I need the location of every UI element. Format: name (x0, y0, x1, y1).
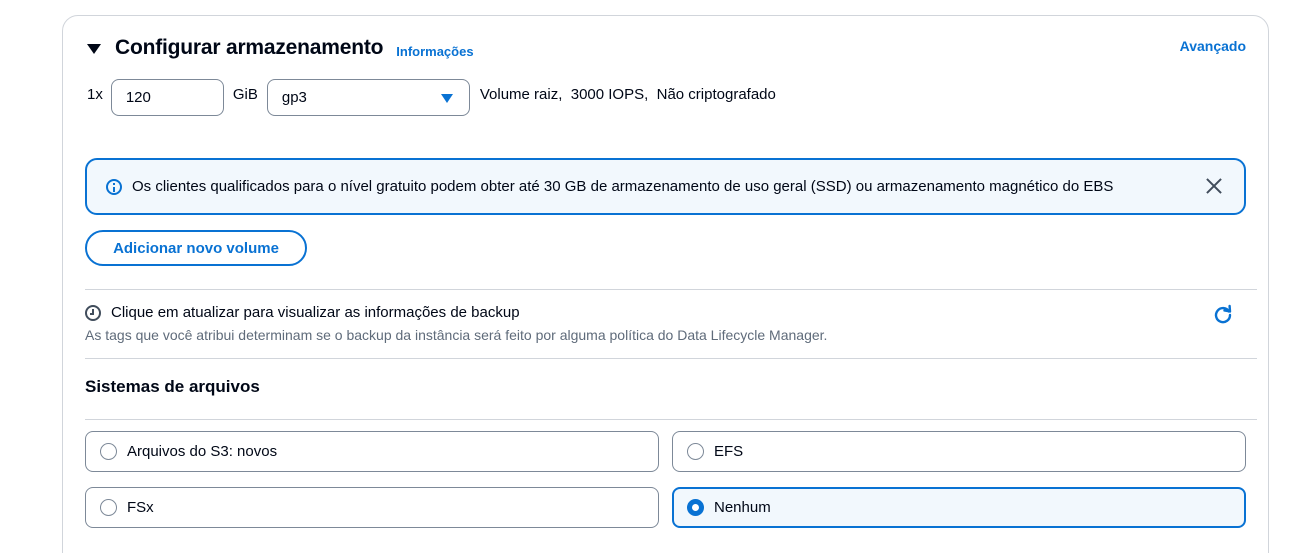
fs-option-s3[interactable]: Arquivos do S3: novos (85, 431, 659, 472)
volume-size-input[interactable] (110, 79, 224, 116)
root-volume-row: 1x GiB gp3 Volume raiz, 3000 IOPS, Não c… (87, 79, 776, 116)
alert-text: Os clientes qualificados para o nível gr… (132, 178, 1114, 195)
radio-button[interactable] (100, 443, 117, 460)
volume-unit-label: GiB (232, 86, 258, 103)
caret-down-icon (440, 94, 453, 103)
divider (85, 419, 1257, 420)
backup-subtitle: As tags que você atribui determinam se o… (85, 327, 828, 343)
divider (85, 289, 1257, 290)
fs-option-label: Arquivos do S3: novos (127, 443, 278, 460)
close-icon[interactable] (1204, 176, 1224, 196)
advanced-link[interactable]: Avançado (1180, 38, 1246, 54)
radio-button[interactable] (687, 443, 704, 460)
fs-option-label: FSx (127, 499, 154, 516)
free-tier-alert: Os clientes qualificados para o nível gr… (85, 158, 1246, 215)
backup-info: Clique em atualizar para visualizar as i… (85, 304, 520, 321)
volume-multiplier: 1x (87, 86, 103, 103)
section-title: Configurar armazenamento (115, 36, 384, 59)
clock-icon (85, 304, 101, 321)
radio-button[interactable] (100, 499, 117, 516)
backup-title: Clique em atualizar para visualizar as i… (111, 304, 520, 321)
storage-panel: Configurar armazenamento Informações Ava… (62, 15, 1269, 553)
caret-down-icon[interactable] (87, 44, 101, 54)
fs-option-fsx[interactable]: FSx (85, 487, 659, 528)
fs-option-none[interactable]: Nenhum (672, 487, 1246, 528)
add-volume-button[interactable]: Adicionar novo volume (85, 230, 307, 266)
fs-option-label: Nenhum (714, 499, 771, 516)
volume-description: Volume raiz, 3000 IOPS, Não criptografad… (479, 86, 776, 103)
volume-type-select[interactable]: gp3 (266, 79, 470, 116)
divider (85, 358, 1257, 359)
info-icon (106, 178, 122, 195)
radio-button-selected[interactable] (687, 499, 704, 516)
refresh-icon[interactable] (1212, 304, 1234, 326)
fs-option-label: EFS (714, 443, 744, 460)
info-link[interactable]: Informações (396, 44, 473, 59)
volume-type-value: gp3 (281, 89, 307, 106)
file-systems-title: Sistemas de arquivos (85, 377, 260, 396)
fs-option-efs[interactable]: EFS (672, 431, 1246, 472)
section-header[interactable]: Configurar armazenamento Informações (87, 36, 474, 60)
